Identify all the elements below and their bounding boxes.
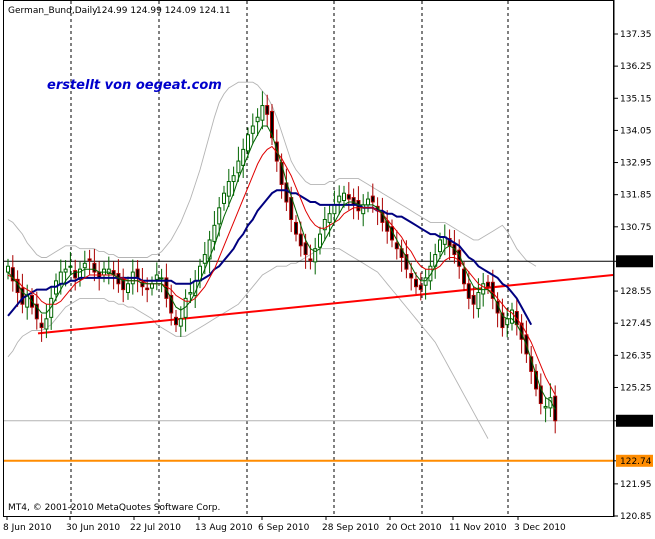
candle-body-68 <box>332 204 337 215</box>
candle-body-54 <box>265 105 270 115</box>
y-tick-label-3: 134.05 <box>620 126 652 136</box>
candle-body-65 <box>318 233 322 248</box>
candle-body-50 <box>246 134 250 152</box>
candle-body-29 <box>145 287 150 291</box>
y-tick-label-9: 127.45 <box>620 319 652 329</box>
y-tick-label-1: 136.25 <box>620 62 652 72</box>
candle-body-11 <box>58 271 63 285</box>
y-tick-label-15: 120.85 <box>620 512 652 522</box>
candle-body-47 <box>231 175 236 183</box>
candle-body-46 <box>226 181 231 197</box>
x-tick-label-0: 8 Jun 2010 <box>3 523 52 533</box>
x-tick-label-3: 13 Aug 2010 <box>195 523 253 533</box>
candle-body-85 <box>414 278 418 288</box>
y-tick-label-5: 131.85 <box>620 191 652 201</box>
candle-body-7 <box>39 322 44 329</box>
candle-body-44 <box>217 207 222 225</box>
candle-body-98 <box>476 292 481 310</box>
candle-body-12 <box>63 268 68 273</box>
candle-body-90 <box>438 239 442 253</box>
y-tick-label-13: 122.74 <box>620 457 652 467</box>
candle-body-17 <box>87 258 92 261</box>
candle-body-99 <box>481 283 486 295</box>
x-tick-label-6: 20 Oct 2010 <box>386 523 442 533</box>
candle-body-48 <box>236 160 241 174</box>
candle-body-76 <box>370 195 375 203</box>
candle-body-31 <box>154 274 159 280</box>
candle-body-45 <box>222 192 226 204</box>
candle-body-52 <box>255 116 260 123</box>
x-tick-label-4: 6 Sep 2010 <box>258 523 310 533</box>
candle-body-63 <box>308 258 313 261</box>
candle-body-71 <box>346 194 351 200</box>
candle-body-32 <box>159 277 164 280</box>
candle-body-112 <box>543 405 548 409</box>
candle-body-30 <box>150 283 154 289</box>
y-tick-label-7: 129.57 <box>620 257 652 267</box>
candle-body-75 <box>366 198 370 206</box>
candle-body-43 <box>212 224 217 242</box>
ohlc-label: 124.99 124.99 124.09 124.11 <box>96 6 231 16</box>
y-tick-label-6: 130.75 <box>620 223 652 233</box>
candle-body-97 <box>471 294 476 305</box>
candle-body-8 <box>44 318 49 330</box>
candle-body-104 <box>505 318 510 326</box>
candle-body-100 <box>486 281 490 288</box>
candle-body-62 <box>303 242 308 256</box>
candle-body-81 <box>394 242 399 250</box>
candle-body-84 <box>409 273 414 279</box>
candle-body-18 <box>92 262 97 273</box>
x-tick-label-7: 11 Nov 2010 <box>449 523 507 533</box>
candle-body-16 <box>82 262 87 269</box>
y-tick-label-0: 137.35 <box>620 30 652 40</box>
candle-body-95 <box>462 268 466 285</box>
candle-body-35 <box>174 316 178 326</box>
candle-body-53 <box>260 105 265 121</box>
candle-body-41 <box>202 254 207 264</box>
candle-body-25 <box>126 283 130 294</box>
price-axis: 137.35 136.25 135.15 134.05 132.95 131.85 130.… <box>614 30 653 522</box>
x-tick-label-5: 28 Sep 2010 <box>322 523 379 533</box>
x-tick-label-8: 3 Dec 2010 <box>514 523 566 533</box>
x-tick-label-2: 22 Jul 2010 <box>130 523 181 533</box>
candle-body-86 <box>418 284 423 291</box>
candle-body-36 <box>178 318 183 327</box>
candle-body-38 <box>188 292 193 295</box>
candle-body-0 <box>6 265 10 273</box>
candle-body-27 <box>135 268 140 279</box>
y-tick-label-10: 126.35 <box>620 351 652 361</box>
copyright-text: MT4, © 2001-2010 MetaQuotes Software Cor… <box>8 503 220 513</box>
y-tick-label-12: 124.11 <box>620 417 652 427</box>
y-tick-label-4: 132.95 <box>620 159 652 169</box>
date-axis: 8 Jun 2010 30 Jun 2010 22 Jul 2010 13 Aug 2… <box>3 516 566 533</box>
x-tick-label-1: 30 Jun 2010 <box>66 523 120 533</box>
y-tick-label-2: 135.15 <box>620 94 652 104</box>
candle-body-61 <box>298 233 303 247</box>
candle-body-67 <box>327 213 332 223</box>
symbol-label: German_Bund,Daily <box>8 6 98 16</box>
y-tick-label-8: 128.55 <box>620 287 652 297</box>
candle-body-96 <box>466 283 471 299</box>
candle-body-69 <box>337 195 342 203</box>
candle-body-13 <box>68 265 73 268</box>
candle-body-60 <box>294 221 298 235</box>
candle-body-70 <box>342 192 346 202</box>
y-tick-label-14: 121.95 <box>620 480 652 490</box>
y-tick-label-11: 125.25 <box>620 383 652 393</box>
price-chart: 137.35 136.25 135.15 134.05 132.95 131.85 130.… <box>3 0 653 533</box>
watermark-text: erstellt von oegeat.com <box>47 78 222 93</box>
candle-body-51 <box>250 125 255 134</box>
candle-body-72 <box>351 197 356 206</box>
